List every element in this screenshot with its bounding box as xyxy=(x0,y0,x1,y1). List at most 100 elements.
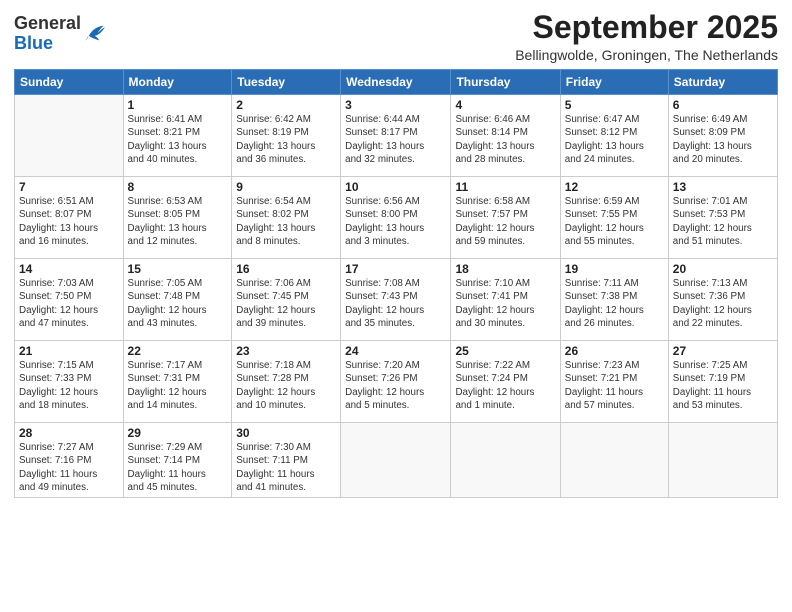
day-number: 16 xyxy=(236,262,336,276)
table-row: 23Sunrise: 7:18 AMSunset: 7:28 PMDayligh… xyxy=(232,341,341,423)
table-row: 19Sunrise: 7:11 AMSunset: 7:38 PMDayligh… xyxy=(560,259,668,341)
day-info: Sunrise: 6:54 AMSunset: 8:02 PMDaylight:… xyxy=(236,195,336,248)
location-subtitle: Bellingwolde, Groningen, The Netherlands xyxy=(515,47,778,63)
day-number: 22 xyxy=(128,344,228,358)
day-info: Sunrise: 7:03 AMSunset: 7:50 PMDaylight:… xyxy=(19,277,119,330)
table-row: 16Sunrise: 7:06 AMSunset: 7:45 PMDayligh… xyxy=(232,259,341,341)
day-info: Sunrise: 6:47 AMSunset: 8:12 PMDaylight:… xyxy=(565,113,664,166)
table-row xyxy=(15,95,124,177)
col-saturday: Saturday xyxy=(668,70,777,95)
day-number: 9 xyxy=(236,180,336,194)
table-row: 8Sunrise: 6:53 AMSunset: 8:05 PMDaylight… xyxy=(123,177,232,259)
day-info: Sunrise: 7:23 AMSunset: 7:21 PMDaylight:… xyxy=(565,359,664,412)
table-row: 14Sunrise: 7:03 AMSunset: 7:50 PMDayligh… xyxy=(15,259,124,341)
day-info: Sunrise: 7:29 AMSunset: 7:14 PMDaylight:… xyxy=(128,441,228,494)
day-number: 10 xyxy=(345,180,446,194)
table-row xyxy=(560,423,668,498)
day-number: 27 xyxy=(673,344,773,358)
day-info: Sunrise: 7:10 AMSunset: 7:41 PMDaylight:… xyxy=(455,277,555,330)
table-row: 24Sunrise: 7:20 AMSunset: 7:26 PMDayligh… xyxy=(341,341,451,423)
calendar-table: Sunday Monday Tuesday Wednesday Thursday… xyxy=(14,69,778,498)
day-info: Sunrise: 6:42 AMSunset: 8:19 PMDaylight:… xyxy=(236,113,336,166)
table-row: 30Sunrise: 7:30 AMSunset: 7:11 PMDayligh… xyxy=(232,423,341,498)
day-number: 2 xyxy=(236,98,336,112)
day-number: 20 xyxy=(673,262,773,276)
day-number: 3 xyxy=(345,98,446,112)
calendar-week-row: 7Sunrise: 6:51 AMSunset: 8:07 PMDaylight… xyxy=(15,177,778,259)
day-info: Sunrise: 7:30 AMSunset: 7:11 PMDaylight:… xyxy=(236,441,336,494)
day-number: 8 xyxy=(128,180,228,194)
day-number: 17 xyxy=(345,262,446,276)
day-number: 21 xyxy=(19,344,119,358)
weekday-header-row: Sunday Monday Tuesday Wednesday Thursday… xyxy=(15,70,778,95)
day-info: Sunrise: 7:22 AMSunset: 7:24 PMDaylight:… xyxy=(455,359,555,412)
day-info: Sunrise: 7:17 AMSunset: 7:31 PMDaylight:… xyxy=(128,359,228,412)
table-row: 26Sunrise: 7:23 AMSunset: 7:21 PMDayligh… xyxy=(560,341,668,423)
table-row: 15Sunrise: 7:05 AMSunset: 7:48 PMDayligh… xyxy=(123,259,232,341)
day-info: Sunrise: 7:25 AMSunset: 7:19 PMDaylight:… xyxy=(673,359,773,412)
col-friday: Friday xyxy=(560,70,668,95)
table-row xyxy=(668,423,777,498)
day-info: Sunrise: 6:51 AMSunset: 8:07 PMDaylight:… xyxy=(19,195,119,248)
title-block: September 2025 Bellingwolde, Groningen, … xyxy=(515,10,778,63)
day-number: 15 xyxy=(128,262,228,276)
col-tuesday: Tuesday xyxy=(232,70,341,95)
table-row: 28Sunrise: 7:27 AMSunset: 7:16 PMDayligh… xyxy=(15,423,124,498)
day-number: 1 xyxy=(128,98,228,112)
day-number: 30 xyxy=(236,426,336,440)
table-row: 21Sunrise: 7:15 AMSunset: 7:33 PMDayligh… xyxy=(15,341,124,423)
calendar-week-row: 1Sunrise: 6:41 AMSunset: 8:21 PMDaylight… xyxy=(15,95,778,177)
table-row: 4Sunrise: 6:46 AMSunset: 8:14 PMDaylight… xyxy=(451,95,560,177)
day-info: Sunrise: 6:59 AMSunset: 7:55 PMDaylight:… xyxy=(565,195,664,248)
day-info: Sunrise: 6:49 AMSunset: 8:09 PMDaylight:… xyxy=(673,113,773,166)
day-number: 26 xyxy=(565,344,664,358)
day-number: 14 xyxy=(19,262,119,276)
calendar-week-row: 14Sunrise: 7:03 AMSunset: 7:50 PMDayligh… xyxy=(15,259,778,341)
calendar-week-row: 21Sunrise: 7:15 AMSunset: 7:33 PMDayligh… xyxy=(15,341,778,423)
day-info: Sunrise: 7:08 AMSunset: 7:43 PMDaylight:… xyxy=(345,277,446,330)
table-row: 29Sunrise: 7:29 AMSunset: 7:14 PMDayligh… xyxy=(123,423,232,498)
table-row: 3Sunrise: 6:44 AMSunset: 8:17 PMDaylight… xyxy=(341,95,451,177)
col-thursday: Thursday xyxy=(451,70,560,95)
table-row: 6Sunrise: 6:49 AMSunset: 8:09 PMDaylight… xyxy=(668,95,777,177)
table-row: 25Sunrise: 7:22 AMSunset: 7:24 PMDayligh… xyxy=(451,341,560,423)
day-number: 28 xyxy=(19,426,119,440)
table-row: 17Sunrise: 7:08 AMSunset: 7:43 PMDayligh… xyxy=(341,259,451,341)
logo-blue: Blue xyxy=(14,34,81,54)
day-info: Sunrise: 7:06 AMSunset: 7:45 PMDaylight:… xyxy=(236,277,336,330)
day-info: Sunrise: 7:18 AMSunset: 7:28 PMDaylight:… xyxy=(236,359,336,412)
day-info: Sunrise: 7:15 AMSunset: 7:33 PMDaylight:… xyxy=(19,359,119,412)
day-info: Sunrise: 6:56 AMSunset: 8:00 PMDaylight:… xyxy=(345,195,446,248)
col-monday: Monday xyxy=(123,70,232,95)
table-row: 11Sunrise: 6:58 AMSunset: 7:57 PMDayligh… xyxy=(451,177,560,259)
table-row: 7Sunrise: 6:51 AMSunset: 8:07 PMDaylight… xyxy=(15,177,124,259)
day-info: Sunrise: 6:44 AMSunset: 8:17 PMDaylight:… xyxy=(345,113,446,166)
day-info: Sunrise: 6:53 AMSunset: 8:05 PMDaylight:… xyxy=(128,195,228,248)
table-row: 12Sunrise: 6:59 AMSunset: 7:55 PMDayligh… xyxy=(560,177,668,259)
day-number: 24 xyxy=(345,344,446,358)
day-info: Sunrise: 7:27 AMSunset: 7:16 PMDaylight:… xyxy=(19,441,119,494)
day-number: 18 xyxy=(455,262,555,276)
day-info: Sunrise: 6:58 AMSunset: 7:57 PMDaylight:… xyxy=(455,195,555,248)
table-row: 5Sunrise: 6:47 AMSunset: 8:12 PMDaylight… xyxy=(560,95,668,177)
col-sunday: Sunday xyxy=(15,70,124,95)
day-info: Sunrise: 6:46 AMSunset: 8:14 PMDaylight:… xyxy=(455,113,555,166)
day-info: Sunrise: 7:13 AMSunset: 7:36 PMDaylight:… xyxy=(673,277,773,330)
day-info: Sunrise: 6:41 AMSunset: 8:21 PMDaylight:… xyxy=(128,113,228,166)
table-row: 22Sunrise: 7:17 AMSunset: 7:31 PMDayligh… xyxy=(123,341,232,423)
day-number: 19 xyxy=(565,262,664,276)
logo: General Blue xyxy=(14,14,105,54)
day-number: 5 xyxy=(565,98,664,112)
table-row: 20Sunrise: 7:13 AMSunset: 7:36 PMDayligh… xyxy=(668,259,777,341)
day-number: 7 xyxy=(19,180,119,194)
calendar-week-row: 28Sunrise: 7:27 AMSunset: 7:16 PMDayligh… xyxy=(15,423,778,498)
table-row xyxy=(451,423,560,498)
table-row: 27Sunrise: 7:25 AMSunset: 7:19 PMDayligh… xyxy=(668,341,777,423)
day-info: Sunrise: 7:05 AMSunset: 7:48 PMDaylight:… xyxy=(128,277,228,330)
month-title: September 2025 xyxy=(515,10,778,45)
day-number: 11 xyxy=(455,180,555,194)
day-number: 25 xyxy=(455,344,555,358)
table-row: 9Sunrise: 6:54 AMSunset: 8:02 PMDaylight… xyxy=(232,177,341,259)
table-row: 1Sunrise: 6:41 AMSunset: 8:21 PMDaylight… xyxy=(123,95,232,177)
header: General Blue September 2025 Bellingwolde… xyxy=(14,10,778,63)
